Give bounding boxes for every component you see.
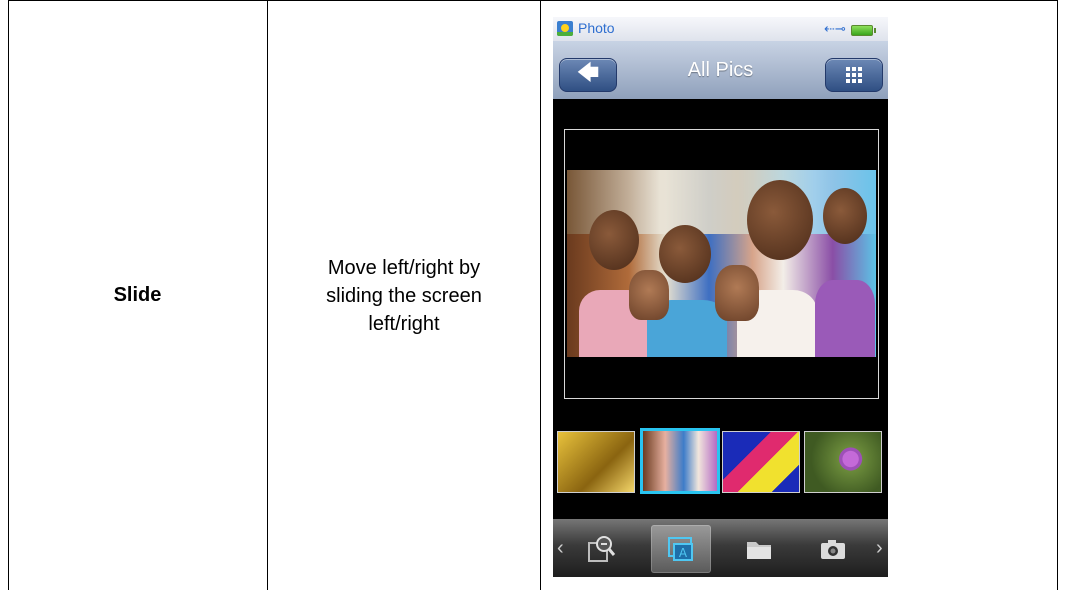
page-title: All Pics bbox=[687, 59, 754, 81]
description-line-2: sliding the screen bbox=[326, 284, 482, 307]
thumb-golden[interactable] bbox=[557, 431, 635, 493]
thumb-parrot[interactable] bbox=[722, 431, 800, 493]
folder-button[interactable] bbox=[729, 525, 789, 573]
grid-view-icon bbox=[846, 67, 862, 83]
slideshow-icon: A bbox=[668, 537, 693, 561]
thumb-flower[interactable] bbox=[804, 431, 882, 493]
bottom-toolbar: ‹ A › bbox=[553, 519, 888, 577]
status-bar: Photo ⇠⊸ bbox=[553, 17, 888, 41]
description-line-1: Move left/right by bbox=[327, 256, 481, 279]
usb-icon: ⇠⊸ bbox=[824, 21, 846, 36]
camera-icon bbox=[821, 540, 845, 559]
photo-app-icon bbox=[557, 21, 573, 36]
description-line-3: left/right bbox=[368, 312, 440, 335]
phone-screen: Photo ⇠⊸ 🡄 All Pics ‹ A › bbox=[553, 17, 888, 577]
zoom-button[interactable] bbox=[571, 525, 631, 573]
back-arrow-icon: 🡄 bbox=[576, 60, 600, 85]
app-label: Photo bbox=[578, 20, 615, 36]
table-divider-2 bbox=[540, 0, 541, 590]
zoom-icon bbox=[588, 536, 616, 562]
description-cell: Move left/right by sliding the screen le… bbox=[268, 1, 540, 590]
thumb-children[interactable] bbox=[640, 428, 720, 494]
camera-button[interactable] bbox=[803, 525, 863, 573]
title-bar: 🡄 All Pics bbox=[553, 41, 888, 99]
table-border-right bbox=[1057, 0, 1058, 590]
gesture-cell: Slide bbox=[8, 1, 267, 590]
svg-text:A: A bbox=[679, 546, 688, 560]
thumbnail-strip[interactable] bbox=[553, 425, 888, 494]
slideshow-button[interactable]: A bbox=[651, 525, 711, 573]
folder-icon bbox=[747, 542, 771, 559]
chevron-left-icon[interactable]: ‹ bbox=[557, 537, 564, 560]
chevron-right-icon[interactable]: › bbox=[876, 537, 883, 560]
grid-view-button[interactable] bbox=[825, 58, 883, 92]
main-photo[interactable] bbox=[567, 170, 876, 357]
gesture-name: Slide bbox=[113, 284, 162, 306]
back-button[interactable]: 🡄 bbox=[559, 58, 617, 92]
battery-icon bbox=[851, 25, 876, 36]
main-photo-frame[interactable] bbox=[564, 129, 879, 399]
